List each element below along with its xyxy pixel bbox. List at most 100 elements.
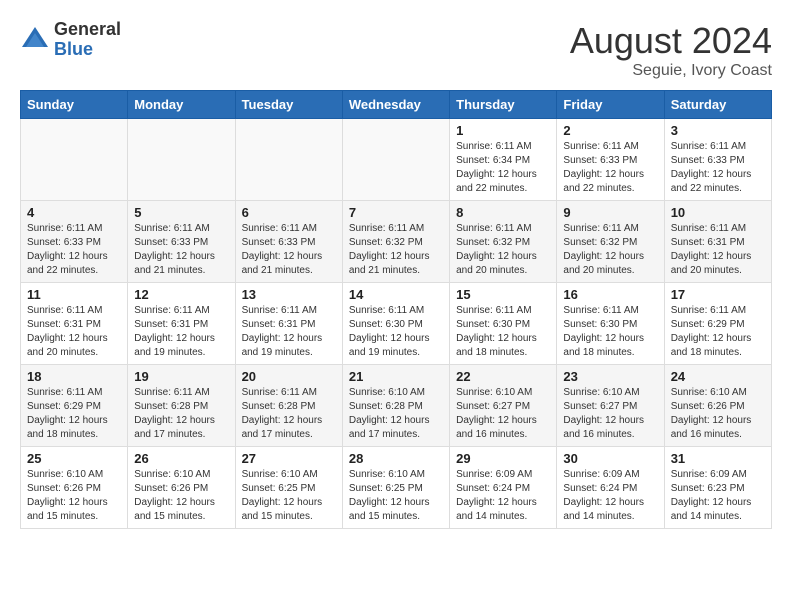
day-number: 4 (27, 205, 121, 220)
calendar-cell (128, 119, 235, 201)
day-info: Sunrise: 6:11 AM Sunset: 6:29 PM Dayligh… (671, 304, 765, 360)
day-info: Sunrise: 6:11 AM Sunset: 6:31 PM Dayligh… (27, 304, 121, 360)
week-row-4: 18Sunrise: 6:11 AM Sunset: 6:29 PM Dayli… (21, 365, 772, 447)
day-info: Sunrise: 6:11 AM Sunset: 6:28 PM Dayligh… (134, 386, 228, 442)
calendar-cell: 18Sunrise: 6:11 AM Sunset: 6:29 PM Dayli… (21, 365, 128, 447)
calendar-cell: 28 Sunrise: 6:10 AM Sunset: 6:25 PM Dayli… (342, 447, 449, 529)
day-header-monday: Monday (128, 91, 235, 119)
calendar-cell: 22Sunrise: 6:10 AM Sunset: 6:27 PM Dayli… (450, 365, 557, 447)
logo: General Blue (20, 20, 121, 60)
day-info: Sunrise: 6:10 AM Sunset: 6:25 PM Dayligh… (242, 468, 336, 524)
calendar-cell: 29 Sunrise: 6:09 AM Sunset: 6:24 PM Dayli… (450, 447, 557, 529)
calendar-cell: 4 Sunrise: 6:11 AM Sunset: 6:33 PM Daylig… (21, 201, 128, 283)
calendar-cell: 12Sunrise: 6:11 AM Sunset: 6:31 PM Dayli… (128, 283, 235, 365)
calendar-cell: 24 Sunrise: 6:10 AM Sunset: 6:26 PM Dayli… (664, 365, 771, 447)
day-info: Sunrise: 6:10 AM Sunset: 6:26 PM Dayligh… (27, 468, 121, 524)
day-info: Sunrise: 6:09 AM Sunset: 6:23 PM Dayligh… (671, 468, 765, 524)
day-number: 20 (242, 369, 336, 384)
day-number: 28 (349, 451, 443, 466)
day-info: Sunrise: 6:09 AM Sunset: 6:24 PM Dayligh… (563, 468, 657, 524)
calendar-cell: 17Sunrise: 6:11 AM Sunset: 6:29 PM Dayli… (664, 283, 771, 365)
day-info: Sunrise: 6:11 AM Sunset: 6:30 PM Dayligh… (349, 304, 443, 360)
day-number: 31 (671, 451, 765, 466)
day-number: 16 (563, 287, 657, 302)
day-info: Sunrise: 6:10 AM Sunset: 6:27 PM Dayligh… (563, 386, 657, 442)
calendar-cell: 27 Sunrise: 6:10 AM Sunset: 6:25 PM Dayli… (235, 447, 342, 529)
day-header-friday: Friday (557, 91, 664, 119)
title-area: August 2024 Seguie, Ivory Coast (570, 20, 772, 80)
day-info: Sunrise: 6:11 AM Sunset: 6:33 PM Dayligh… (242, 222, 336, 278)
day-number: 5 (134, 205, 228, 220)
calendar-cell: 25 Sunrise: 6:10 AM Sunset: 6:26 PM Dayli… (21, 447, 128, 529)
week-row-1: 1 Sunrise: 6:11 AM Sunset: 6:34 PM Daylig… (21, 119, 772, 201)
day-number: 8 (456, 205, 550, 220)
day-info: Sunrise: 6:11 AM Sunset: 6:33 PM Dayligh… (134, 222, 228, 278)
calendar-cell: 5 Sunrise: 6:11 AM Sunset: 6:33 PM Daylig… (128, 201, 235, 283)
day-number: 27 (242, 451, 336, 466)
calendar-cell: 31 Sunrise: 6:09 AM Sunset: 6:23 PM Dayli… (664, 447, 771, 529)
day-info: Sunrise: 6:11 AM Sunset: 6:33 PM Dayligh… (563, 140, 657, 196)
calendar-cell: 8 Sunrise: 6:11 AM Sunset: 6:32 PM Daylig… (450, 201, 557, 283)
day-header-thursday: Thursday (450, 91, 557, 119)
calendar-cell (342, 119, 449, 201)
calendar-cell: 7Sunrise: 6:11 AM Sunset: 6:32 PM Daylig… (342, 201, 449, 283)
day-info: Sunrise: 6:11 AM Sunset: 6:33 PM Dayligh… (671, 140, 765, 196)
day-number: 13 (242, 287, 336, 302)
day-info: Sunrise: 6:11 AM Sunset: 6:28 PM Dayligh… (242, 386, 336, 442)
day-number: 19 (134, 369, 228, 384)
week-row-2: 4 Sunrise: 6:11 AM Sunset: 6:33 PM Daylig… (21, 201, 772, 283)
logo-icon (20, 25, 50, 55)
day-info: Sunrise: 6:11 AM Sunset: 6:32 PM Dayligh… (456, 222, 550, 278)
day-number: 29 (456, 451, 550, 466)
day-info: Sunrise: 6:11 AM Sunset: 6:34 PM Dayligh… (456, 140, 550, 196)
location: Seguie, Ivory Coast (570, 62, 772, 80)
calendar-cell: 19 Sunrise: 6:11 AM Sunset: 6:28 PM Dayli… (128, 365, 235, 447)
month-year: August 2024 (570, 20, 772, 62)
day-info: Sunrise: 6:11 AM Sunset: 6:30 PM Dayligh… (456, 304, 550, 360)
day-number: 15 (456, 287, 550, 302)
calendar-cell: 10 Sunrise: 6:11 AM Sunset: 6:31 PM Dayli… (664, 201, 771, 283)
day-info: Sunrise: 6:11 AM Sunset: 6:33 PM Dayligh… (27, 222, 121, 278)
day-number: 21 (349, 369, 443, 384)
day-number: 6 (242, 205, 336, 220)
day-info: Sunrise: 6:11 AM Sunset: 6:32 PM Dayligh… (563, 222, 657, 278)
header-row: SundayMondayTuesdayWednesdayThursdayFrid… (21, 91, 772, 119)
day-header-wednesday: Wednesday (342, 91, 449, 119)
day-info: Sunrise: 6:09 AM Sunset: 6:24 PM Dayligh… (456, 468, 550, 524)
calendar-cell: 26 Sunrise: 6:10 AM Sunset: 6:26 PM Dayli… (128, 447, 235, 529)
day-info: Sunrise: 6:10 AM Sunset: 6:26 PM Dayligh… (671, 386, 765, 442)
logo-blue-text: Blue (54, 40, 121, 60)
day-number: 14 (349, 287, 443, 302)
logo-general-text: General (54, 20, 121, 40)
day-number: 11 (27, 287, 121, 302)
day-number: 7 (349, 205, 443, 220)
calendar-cell: 30 Sunrise: 6:09 AM Sunset: 6:24 PM Dayli… (557, 447, 664, 529)
day-number: 2 (563, 123, 657, 138)
day-number: 26 (134, 451, 228, 466)
calendar-cell: 16Sunrise: 6:11 AM Sunset: 6:30 PM Dayli… (557, 283, 664, 365)
day-header-tuesday: Tuesday (235, 91, 342, 119)
day-info: Sunrise: 6:10 AM Sunset: 6:25 PM Dayligh… (349, 468, 443, 524)
logo-text: General Blue (54, 20, 121, 60)
week-row-5: 25 Sunrise: 6:10 AM Sunset: 6:26 PM Dayli… (21, 447, 772, 529)
calendar-cell: 3 Sunrise: 6:11 AM Sunset: 6:33 PM Daylig… (664, 119, 771, 201)
day-number: 1 (456, 123, 550, 138)
day-number: 9 (563, 205, 657, 220)
day-info: Sunrise: 6:11 AM Sunset: 6:29 PM Dayligh… (27, 386, 121, 442)
calendar-cell (21, 119, 128, 201)
calendar-cell: 15 Sunrise: 6:11 AM Sunset: 6:30 PM Dayli… (450, 283, 557, 365)
calendar-table: SundayMondayTuesdayWednesdayThursdayFrid… (20, 90, 772, 529)
day-number: 30 (563, 451, 657, 466)
day-number: 24 (671, 369, 765, 384)
day-info: Sunrise: 6:11 AM Sunset: 6:31 PM Dayligh… (671, 222, 765, 278)
calendar-cell: 11 Sunrise: 6:11 AM Sunset: 6:31 PM Dayli… (21, 283, 128, 365)
day-number: 3 (671, 123, 765, 138)
day-number: 25 (27, 451, 121, 466)
day-header-saturday: Saturday (664, 91, 771, 119)
day-info: Sunrise: 6:11 AM Sunset: 6:31 PM Dayligh… (134, 304, 228, 360)
day-number: 10 (671, 205, 765, 220)
day-header-sunday: Sunday (21, 91, 128, 119)
week-row-3: 11 Sunrise: 6:11 AM Sunset: 6:31 PM Dayli… (21, 283, 772, 365)
calendar-cell: 1 Sunrise: 6:11 AM Sunset: 6:34 PM Daylig… (450, 119, 557, 201)
day-info: Sunrise: 6:10 AM Sunset: 6:26 PM Dayligh… (134, 468, 228, 524)
